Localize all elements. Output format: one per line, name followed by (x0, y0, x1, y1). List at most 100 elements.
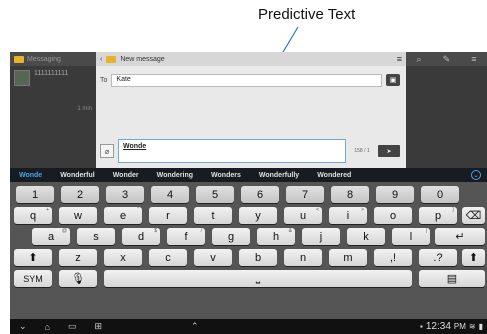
key-1[interactable]: 1 (16, 186, 54, 203)
home-icon[interactable]: ⌂ (45, 322, 50, 332)
key-label: u (299, 209, 307, 222)
sym-button[interactable]: SYM (14, 270, 52, 287)
key-period[interactable]: .? (419, 249, 457, 266)
key-sup: > (361, 207, 364, 213)
paperclip-icon[interactable]: ⌀ (100, 144, 114, 158)
prediction-word[interactable]: Wonder (104, 172, 148, 179)
key-i[interactable]: i > (329, 207, 367, 224)
key-8[interactable]: 8 (331, 186, 369, 203)
key-label: j (319, 230, 323, 243)
key-n[interactable]: n (284, 249, 322, 266)
menu-icon[interactable]: ≡ (471, 54, 476, 64)
key-comma[interactable]: ,! (374, 249, 412, 266)
key-label: f (184, 230, 188, 243)
notification-icon: ▪ (420, 322, 423, 331)
chevron-up-icon[interactable]: ⌃ (191, 321, 199, 332)
key-p[interactable]: p} (419, 207, 457, 224)
key-r[interactable]: r (149, 207, 187, 224)
backspace-icon[interactable]: ⌫ (462, 207, 485, 224)
prediction-word[interactable]: Wonderfully (250, 172, 308, 179)
enter-icon[interactable]: ↵ (435, 228, 485, 245)
messaging-header: Messaging (10, 52, 96, 66)
shift-icon[interactable]: ⬆ (462, 249, 485, 266)
key-g[interactable]: g (212, 228, 250, 245)
key-d[interactable]: d $ (122, 228, 160, 245)
key-label: h (272, 230, 280, 243)
compose-title: New message (120, 55, 165, 63)
message-icon (106, 55, 117, 63)
key-b[interactable]: b (239, 249, 277, 266)
conversation-item[interactable]: 1111111111 (10, 66, 96, 90)
clock-period: PM (453, 322, 466, 331)
key-w[interactable]: w (59, 207, 97, 224)
key-o[interactable]: o (374, 207, 412, 224)
system-navigation-bar: ⌄ ⌂ ▭ ⊞ ⌃ ▪ 12:34 PM ≋ ▮ (10, 319, 487, 334)
prediction-word[interactable]: Wonderful (51, 172, 103, 179)
key-l[interactable]: l | (392, 228, 430, 245)
send-icon[interactable]: ➤ (378, 145, 400, 157)
key-0[interactable]: 0 (421, 186, 459, 203)
key-label: e (119, 209, 127, 222)
microphone-icon[interactable]: 🎙 (59, 270, 97, 287)
key-s[interactable]: s (77, 228, 115, 245)
message-row: ⌀ Wonde 158 / 1 ➤ (100, 138, 400, 164)
key-e[interactable]: e " (104, 207, 142, 224)
prediction-word[interactable]: Wondering (148, 172, 202, 179)
clipboard-icon[interactable]: ▤ (419, 270, 485, 287)
key-9[interactable]: 9 (376, 186, 414, 203)
key-u[interactable]: u < (284, 207, 322, 224)
prediction-word[interactable]: Wonders (202, 172, 250, 179)
prediction-word[interactable]: Wondered (308, 172, 360, 179)
battery-icon: ▮ (478, 322, 483, 331)
key-2[interactable]: 2 (61, 186, 99, 203)
key-label: y (255, 209, 261, 222)
key-x[interactable]: x (104, 249, 142, 266)
messaging-title: Messaging (27, 55, 61, 63)
screenshot-icon[interactable]: ⊞ (95, 321, 103, 332)
compose-panel: ‹ New message ≡ To Kate ▣ ⌀ Wonde 158 / … (96, 52, 406, 168)
key-sup: / (200, 228, 202, 234)
key-y[interactable]: y (239, 207, 277, 224)
key-c[interactable]: c (149, 249, 187, 266)
key-7[interactable]: 7 (286, 186, 324, 203)
key-label: s (93, 230, 99, 243)
recipient-field[interactable]: Kate (111, 73, 382, 87)
key-label: g (227, 230, 235, 243)
avatar (14, 70, 30, 86)
key-5[interactable]: 5 (196, 186, 234, 203)
compose-header: ‹ New message ≡ (96, 52, 406, 66)
back-icon[interactable]: ⌄ (19, 321, 27, 332)
space-bar[interactable]: ⎵ (104, 270, 412, 287)
key-a[interactable]: a @ (32, 228, 70, 245)
key-sup: $ (154, 228, 157, 234)
chevron-left-icon[interactable]: ‹ (100, 56, 102, 63)
key-z[interactable]: z (59, 249, 97, 266)
contact-icon[interactable]: ▣ (386, 74, 400, 86)
key-label: o (389, 209, 397, 222)
key-6[interactable]: 6 (241, 186, 279, 203)
key-h[interactable]: h & (257, 228, 295, 245)
key-label: t (211, 209, 215, 222)
key-4[interactable]: 4 (151, 186, 189, 203)
recent-apps-icon[interactable]: ▭ (68, 321, 77, 332)
key-j[interactable]: j (302, 228, 340, 245)
menu-icon[interactable]: ≡ (397, 54, 402, 64)
key-m[interactable]: m (329, 249, 367, 266)
key-q[interactable]: q + (14, 207, 52, 224)
key-f[interactable]: f / (167, 228, 205, 245)
key-v[interactable]: v (194, 249, 232, 266)
key-sup: < (316, 207, 319, 213)
search-icon[interactable]: ⌕ (417, 54, 422, 65)
key-label: k (363, 230, 369, 243)
message-input[interactable]: Wonde (118, 139, 346, 163)
key-t[interactable]: t (194, 207, 232, 224)
prediction-word[interactable]: Wonde (10, 172, 51, 179)
chevron-down-icon[interactable]: ⌄ (471, 170, 481, 180)
key-label: r (166, 209, 170, 222)
clock: 12:34 (425, 321, 451, 332)
key-3[interactable]: 3 (106, 186, 144, 203)
shift-icon[interactable]: ⬆ (14, 249, 52, 266)
compose-icon[interactable]: ✎ (443, 54, 451, 65)
key-k[interactable]: k (347, 228, 385, 245)
callout-annotation: Predictive Text (0, 0, 487, 175)
